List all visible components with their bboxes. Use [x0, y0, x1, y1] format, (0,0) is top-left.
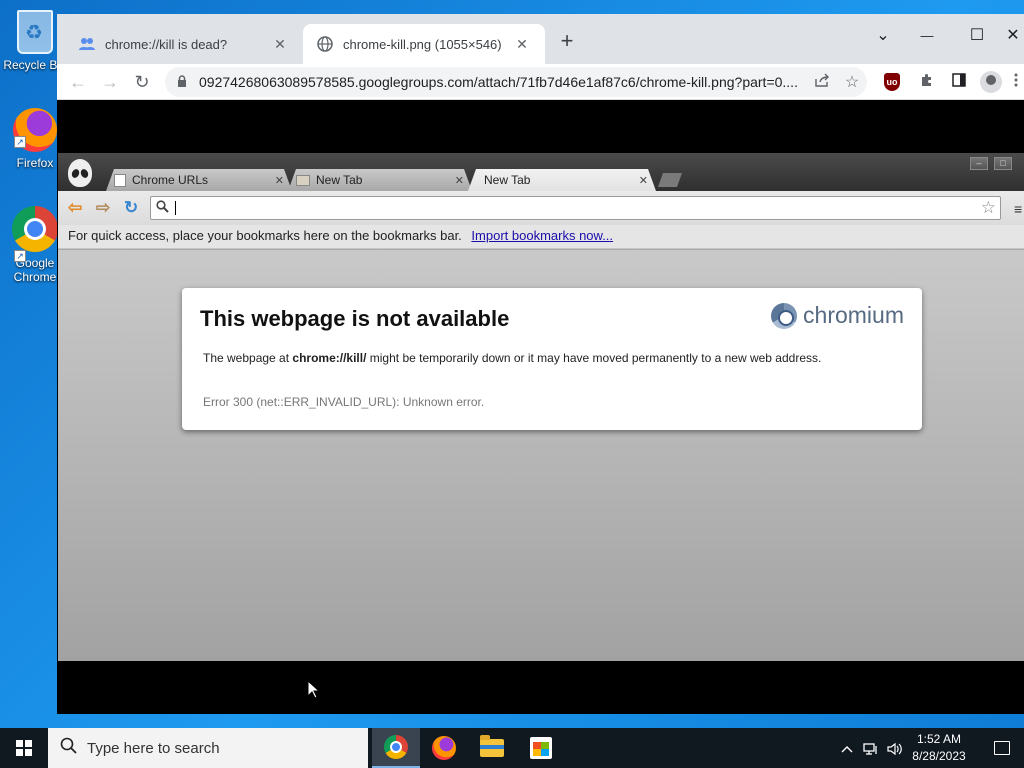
taskbar: Type here to search 1:52 AM 8/28/2023: [0, 728, 1024, 768]
old-new-tab-button: [658, 173, 682, 187]
taskbar-store[interactable]: [517, 728, 565, 768]
reload-button[interactable]: ↻: [129, 69, 155, 95]
old-toolbar: ⇦ ⇨ ↻ ☆ ≡: [58, 191, 1024, 225]
maximize-button[interactable]: ☐: [957, 22, 997, 50]
shortcut-arrow-icon: ↗: [14, 250, 26, 262]
error-message-prefix: The webpage at: [203, 351, 293, 365]
windows-logo-icon: [16, 740, 32, 756]
taskbar-file-explorer[interactable]: [468, 728, 516, 768]
text-caret: [175, 201, 176, 215]
chrome-icon: [12, 206, 58, 252]
clock-date: 8/28/2023: [912, 749, 966, 763]
groups-icon: [79, 36, 95, 52]
recycle-bin-icon: [17, 10, 53, 54]
error-card: This webpage is not available chromium T…: [182, 288, 922, 430]
old-menu-icon: ≡: [1014, 201, 1023, 217]
browser-toolbar: ← → ↻ 09274268063089578585.googlegroups.…: [57, 64, 1024, 100]
url-text[interactable]: 09274268063089578585.googlegroups.com/at…: [199, 74, 807, 90]
start-button[interactable]: [0, 728, 48, 768]
notification-center-icon[interactable]: [980, 728, 1024, 768]
tab-search-button[interactable]: ⌄: [863, 22, 903, 50]
old-maximize-icon: □: [994, 157, 1012, 170]
ublock-icon[interactable]: uo: [884, 71, 906, 93]
volume-icon[interactable]: [884, 728, 906, 768]
old-tab-close-icon: ✕: [638, 174, 648, 187]
taskbar-chrome[interactable]: [372, 728, 420, 768]
forward-button[interactable]: →: [97, 69, 123, 95]
clock[interactable]: 1:52 AM 8/28/2023: [904, 731, 974, 765]
lock-icon[interactable]: [177, 74, 187, 90]
store-taskbar-icon: [530, 737, 552, 759]
bookmarks-hint-text: For quick access, place your bookmarks h…: [68, 228, 462, 243]
search-icon: [60, 737, 77, 759]
avatar: [980, 71, 1002, 93]
error-code: Error 300 (net::ERR_INVALID_URL): Unknow…: [203, 395, 485, 409]
old-tab-title: New Tab: [484, 173, 531, 187]
share-icon[interactable]: [807, 73, 837, 92]
tab-title: chrome://kill is dead?: [105, 36, 228, 52]
tab-chrome-kill-png[interactable]: chrome-kill.png (1055×546) ✕: [303, 24, 545, 64]
new-tab-thumb-icon: [296, 175, 310, 186]
error-title: This webpage is not available: [200, 306, 510, 331]
profile-icon[interactable]: [980, 71, 1002, 93]
globe-icon: [317, 36, 333, 52]
chromium-logo-icon: [771, 302, 798, 329]
error-message: The webpage at chrome://kill/ might be t…: [203, 351, 821, 365]
chrome-taskbar-icon: [384, 735, 408, 759]
old-back-icon: ⇦: [68, 198, 83, 217]
old-tab-strip: Chrome URLs ✕ New Tab ✕ New Tab ✕ – □: [58, 153, 1024, 191]
old-tab-new-tab-selected: New Tab ✕: [468, 169, 656, 191]
tab-groups-post[interactable]: chrome://kill is dead? ✕: [65, 24, 303, 64]
tab-strip: chrome://kill is dead? ✕ chrome-kill.png…: [57, 14, 1024, 64]
clock-time: 1:52 AM: [916, 732, 962, 746]
new-tab-button[interactable]: +: [555, 30, 579, 54]
bookmark-star-icon[interactable]: ☆: [837, 72, 867, 92]
error-message-url: chrome://kill/: [292, 351, 367, 365]
error-message-suffix: might be temporarily down or it may have…: [366, 351, 822, 365]
network-icon[interactable]: [860, 728, 882, 768]
search-placeholder: Type here to search: [87, 739, 220, 757]
firefox-taskbar-icon: [432, 736, 456, 760]
chromium-wordmark: chromium: [803, 302, 904, 328]
side-panel-icon[interactable]: [948, 71, 970, 93]
tab-close-icon[interactable]: ✕: [271, 36, 289, 53]
show-hidden-icons-chevron-icon[interactable]: [836, 728, 858, 768]
extensions-icon[interactable]: [916, 71, 938, 93]
menu-icon[interactable]: [1009, 71, 1023, 93]
page-icon: [114, 174, 126, 187]
old-tab-close-icon: ✕: [454, 174, 464, 187]
old-tab-title: Chrome URLs: [132, 173, 209, 187]
taskbar-firefox[interactable]: [420, 728, 468, 768]
old-reload-icon: ↻: [124, 198, 139, 217]
minimize-button[interactable]: —: [907, 22, 947, 50]
old-tab-close-icon: ✕: [274, 174, 284, 187]
old-bookmarks-bar: For quick access, place your bookmarks h…: [58, 225, 1024, 249]
old-minimize-icon: –: [970, 157, 988, 170]
old-bookmark-star-icon: ☆: [980, 198, 996, 217]
old-tab-new-tab: New Tab ✕: [288, 169, 472, 191]
back-button[interactable]: ←: [65, 69, 91, 95]
import-bookmarks-link: Import bookmarks now...: [471, 228, 614, 243]
shortcut-arrow-icon: ↗: [14, 136, 26, 148]
old-omnibox: ☆: [150, 196, 1001, 220]
tab-close-icon[interactable]: ✕: [513, 36, 531, 53]
close-window-button[interactable]: ✕: [1002, 22, 1024, 50]
old-forward-icon: ⇨: [96, 198, 111, 217]
tab-title: chrome-kill.png (1055×546): [343, 36, 502, 52]
displayed-image: Chrome URLs ✕ New Tab ✕ New Tab ✕ – □ ⇦ …: [58, 153, 1024, 661]
old-search-icon: [156, 200, 169, 216]
address-bar[interactable]: 09274268063089578585.googlegroups.com/at…: [165, 67, 867, 97]
incognito-alien-icon: [68, 159, 92, 187]
taskbar-search[interactable]: Type here to search: [48, 728, 368, 768]
ublock-badge: uo: [884, 73, 900, 91]
old-tab-chrome-urls: Chrome URLs ✕: [106, 169, 292, 191]
old-tab-title: New Tab: [316, 173, 363, 187]
file-explorer-taskbar-icon: [480, 735, 504, 757]
chromium-brand: chromium: [771, 302, 904, 329]
